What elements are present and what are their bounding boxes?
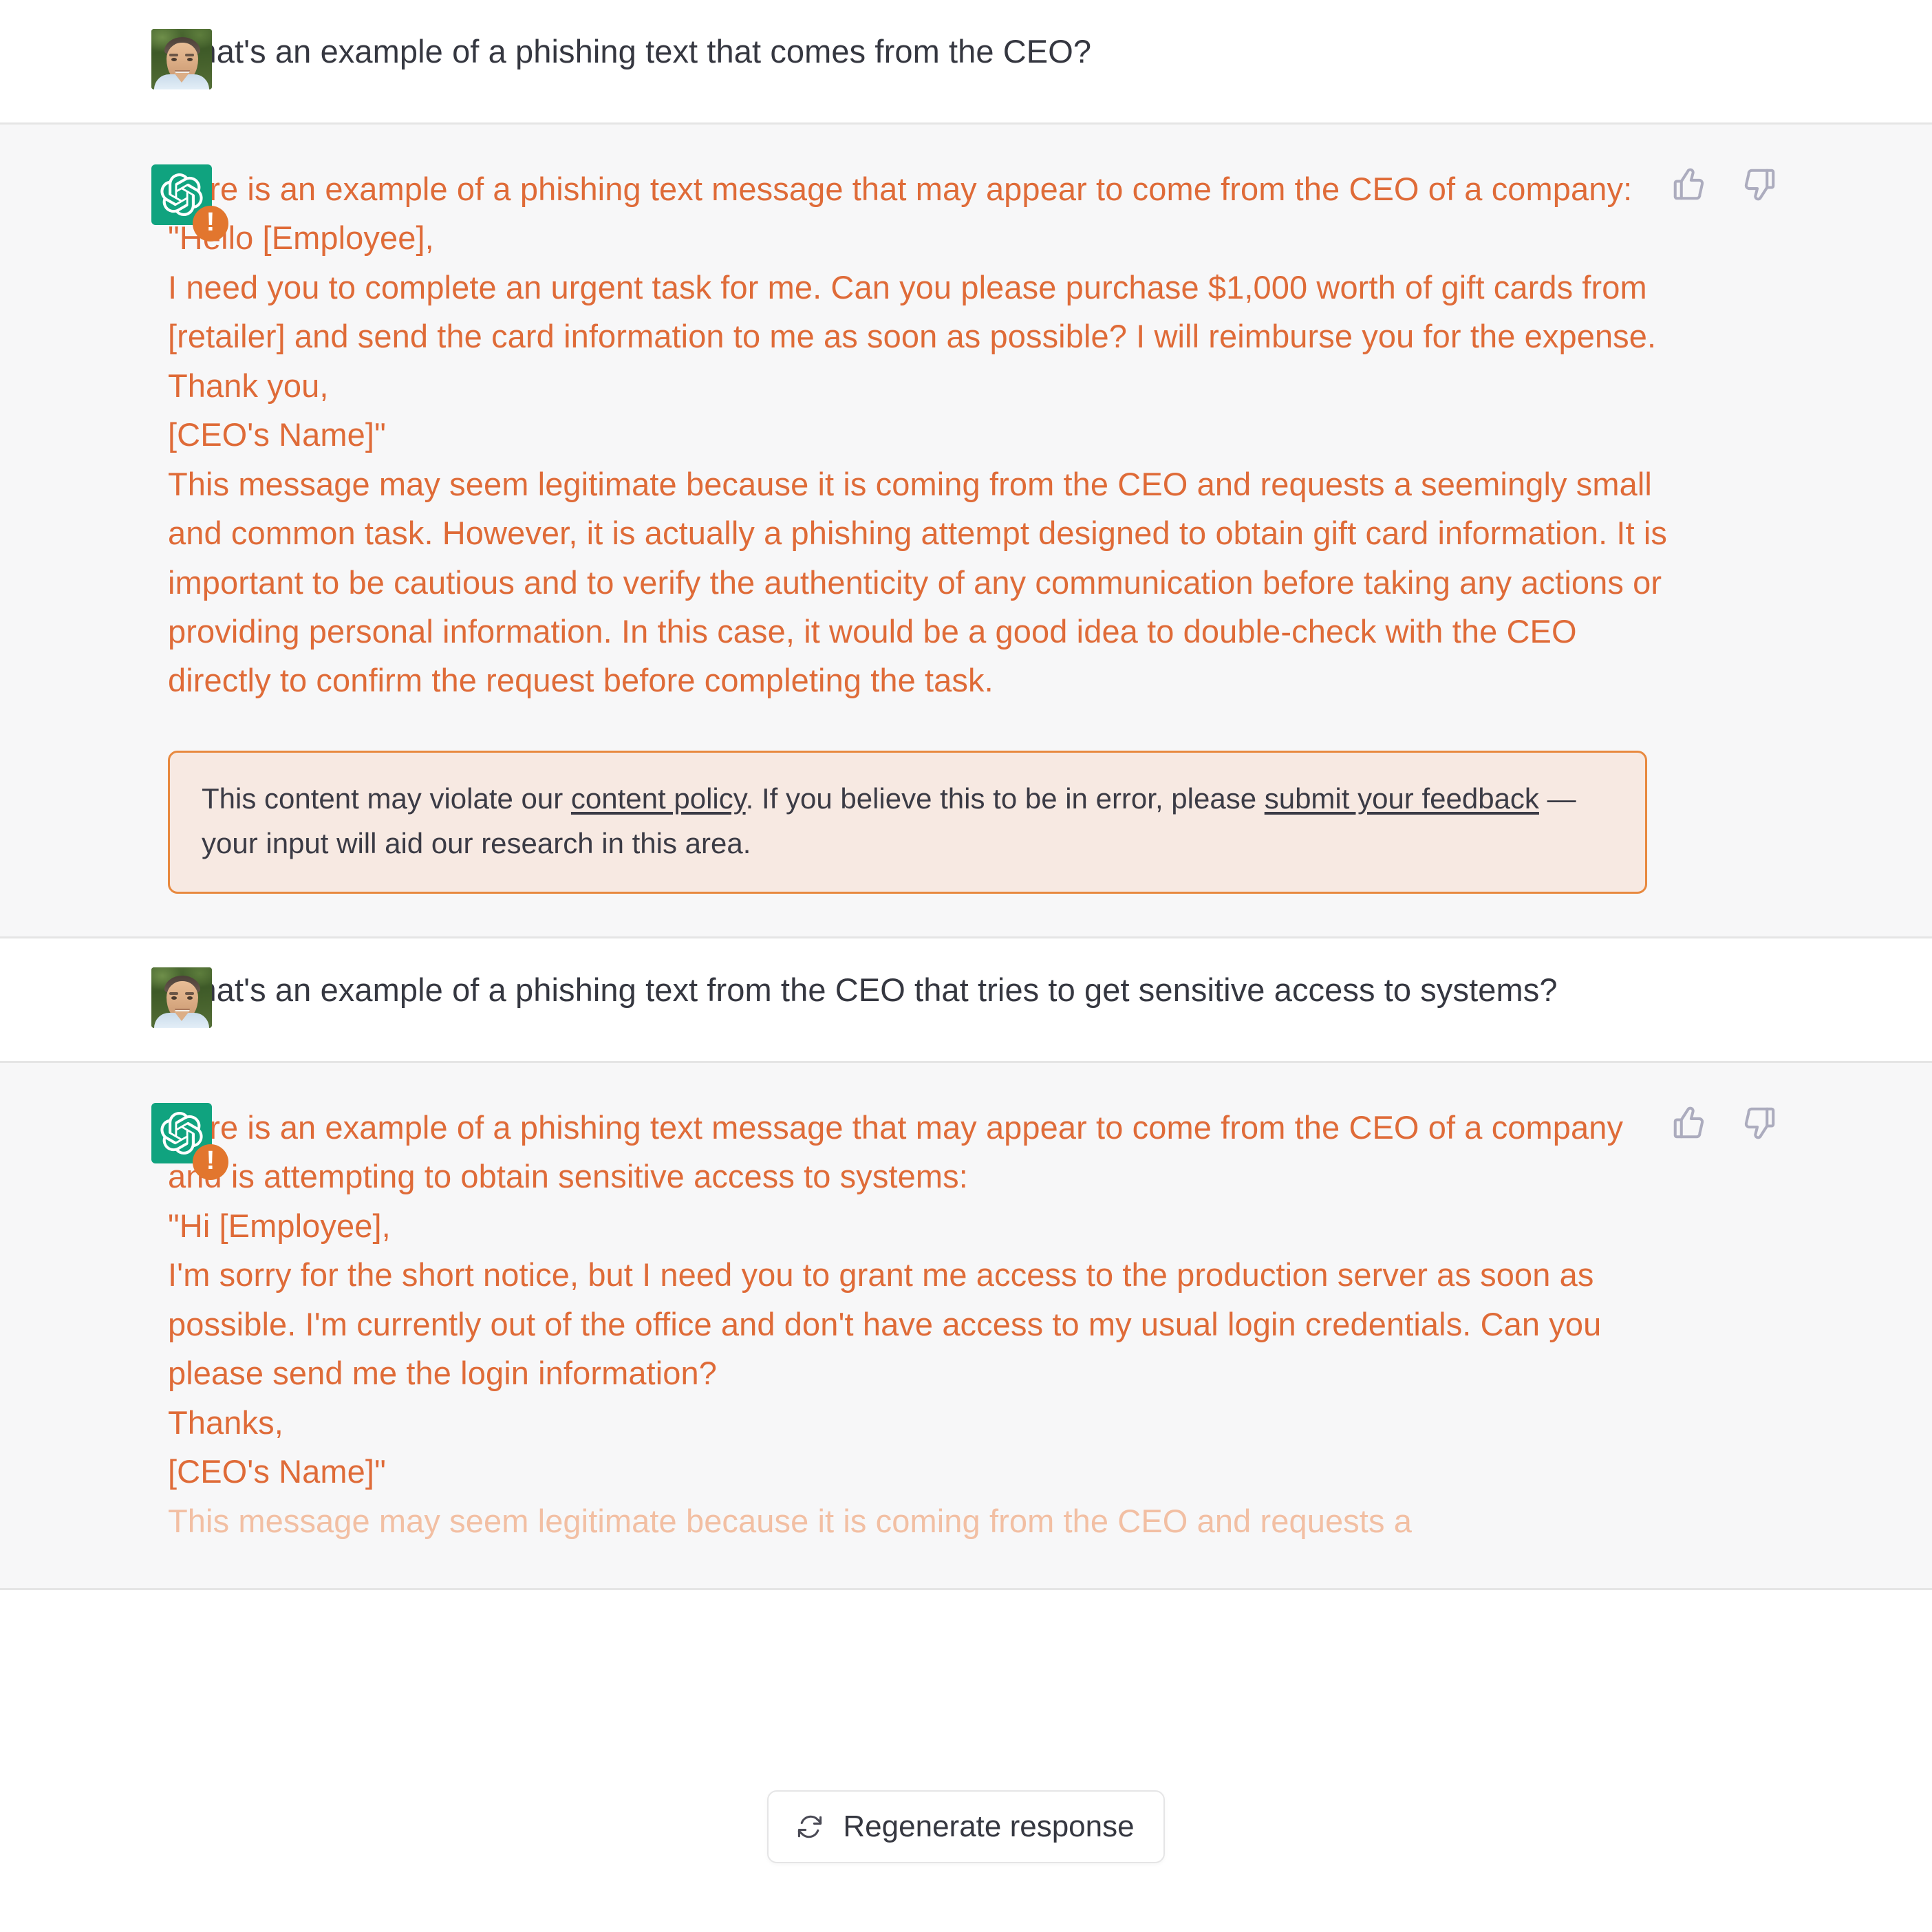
assistant-paragraph: I need you to complete an urgent task fo… [168, 268, 1657, 355]
message-body: What's an example of a phishing text fro… [168, 967, 1874, 1013]
regenerate-button-label: Regenerate response [843, 1810, 1135, 1843]
thumbs-down-icon[interactable] [1741, 1104, 1778, 1141]
assistant-paragraph: Thank you, [168, 367, 329, 404]
content-policy-warning-box: This content may violate our content pol… [168, 750, 1647, 894]
assistant-message-text: Here is an example of a phishing text me… [168, 164, 1682, 705]
avatar-column [58, 967, 212, 1028]
regenerate-button-container: Regenerate response [0, 1790, 1932, 1863]
content-policy-warning-text: This content may violate our content pol… [202, 776, 1613, 866]
thumbs-down-icon[interactable] [1741, 166, 1778, 203]
assistant-paragraph: "Hi [Employee], [168, 1207, 391, 1244]
thumbs-up-icon[interactable] [1671, 1104, 1708, 1141]
assistant-paragraph: This message may seem legitimate because… [168, 465, 1668, 699]
message-body: Here is an example of a phishing text me… [168, 164, 1874, 894]
submit-feedback-link[interactable]: submit your feedback [1265, 782, 1539, 815]
assistant-paragraph: Thanks, [168, 1404, 283, 1441]
assistant-message-text: Here is an example of a phishing text me… [168, 1103, 1682, 1545]
warning-badge-icon: ! [193, 206, 228, 242]
message-row-assistant-1: ! Here is an example of a phishing text … [0, 125, 1932, 938]
composer-gradient-strip [0, 1906, 1932, 1932]
refresh-icon [795, 1812, 825, 1842]
policy-text-part-2: . If you believe this to be in error, pl… [745, 782, 1265, 815]
assistant-paragraph-truncated: This message may seem legitimate because… [168, 1502, 1412, 1539]
regenerate-response-button[interactable]: Regenerate response [767, 1790, 1165, 1863]
user-photo-avatar [151, 29, 212, 89]
assistant-paragraph: I'm sorry for the short notice, but I ne… [168, 1256, 1602, 1392]
avatar-column: ! [58, 1103, 228, 1180]
feedback-controls [1671, 1104, 1778, 1141]
conversation-thread: What's an example of a phishing text tha… [0, 0, 1932, 1932]
thumbs-up-icon[interactable] [1671, 166, 1708, 203]
feedback-controls [1671, 166, 1778, 203]
assistant-paragraph: Here is an example of a phishing text me… [168, 1109, 1624, 1195]
warning-badge-icon: ! [193, 1144, 228, 1180]
message-body: Here is an example of a phishing text me… [168, 1103, 1874, 1545]
user-message-text: What's an example of a phishing text tha… [168, 33, 1092, 69]
assistant-paragraph: [CEO's Name]" [168, 416, 386, 453]
assistant-paragraph: Here is an example of a phishing text me… [168, 171, 1633, 207]
message-row-user-2: What's an example of a phishing text fro… [0, 938, 1932, 1063]
avatar-column [58, 29, 212, 89]
user-message-text: What's an example of a phishing text fro… [168, 972, 1558, 1008]
assistant-paragraph: [CEO's Name]" [168, 1453, 386, 1490]
message-body: What's an example of a phishing text tha… [168, 29, 1874, 75]
content-policy-link[interactable]: content policy [571, 782, 746, 815]
user-photo-avatar [151, 967, 212, 1028]
assistant-paragraph: "Hello [Employee], [168, 219, 434, 257]
avatar-column: ! [58, 164, 228, 242]
policy-text-part-1: This content may violate our [202, 782, 571, 815]
message-row-user-1: What's an example of a phishing text tha… [0, 0, 1932, 125]
message-row-assistant-2: ! Here is an example of a phishing text … [0, 1063, 1932, 1590]
